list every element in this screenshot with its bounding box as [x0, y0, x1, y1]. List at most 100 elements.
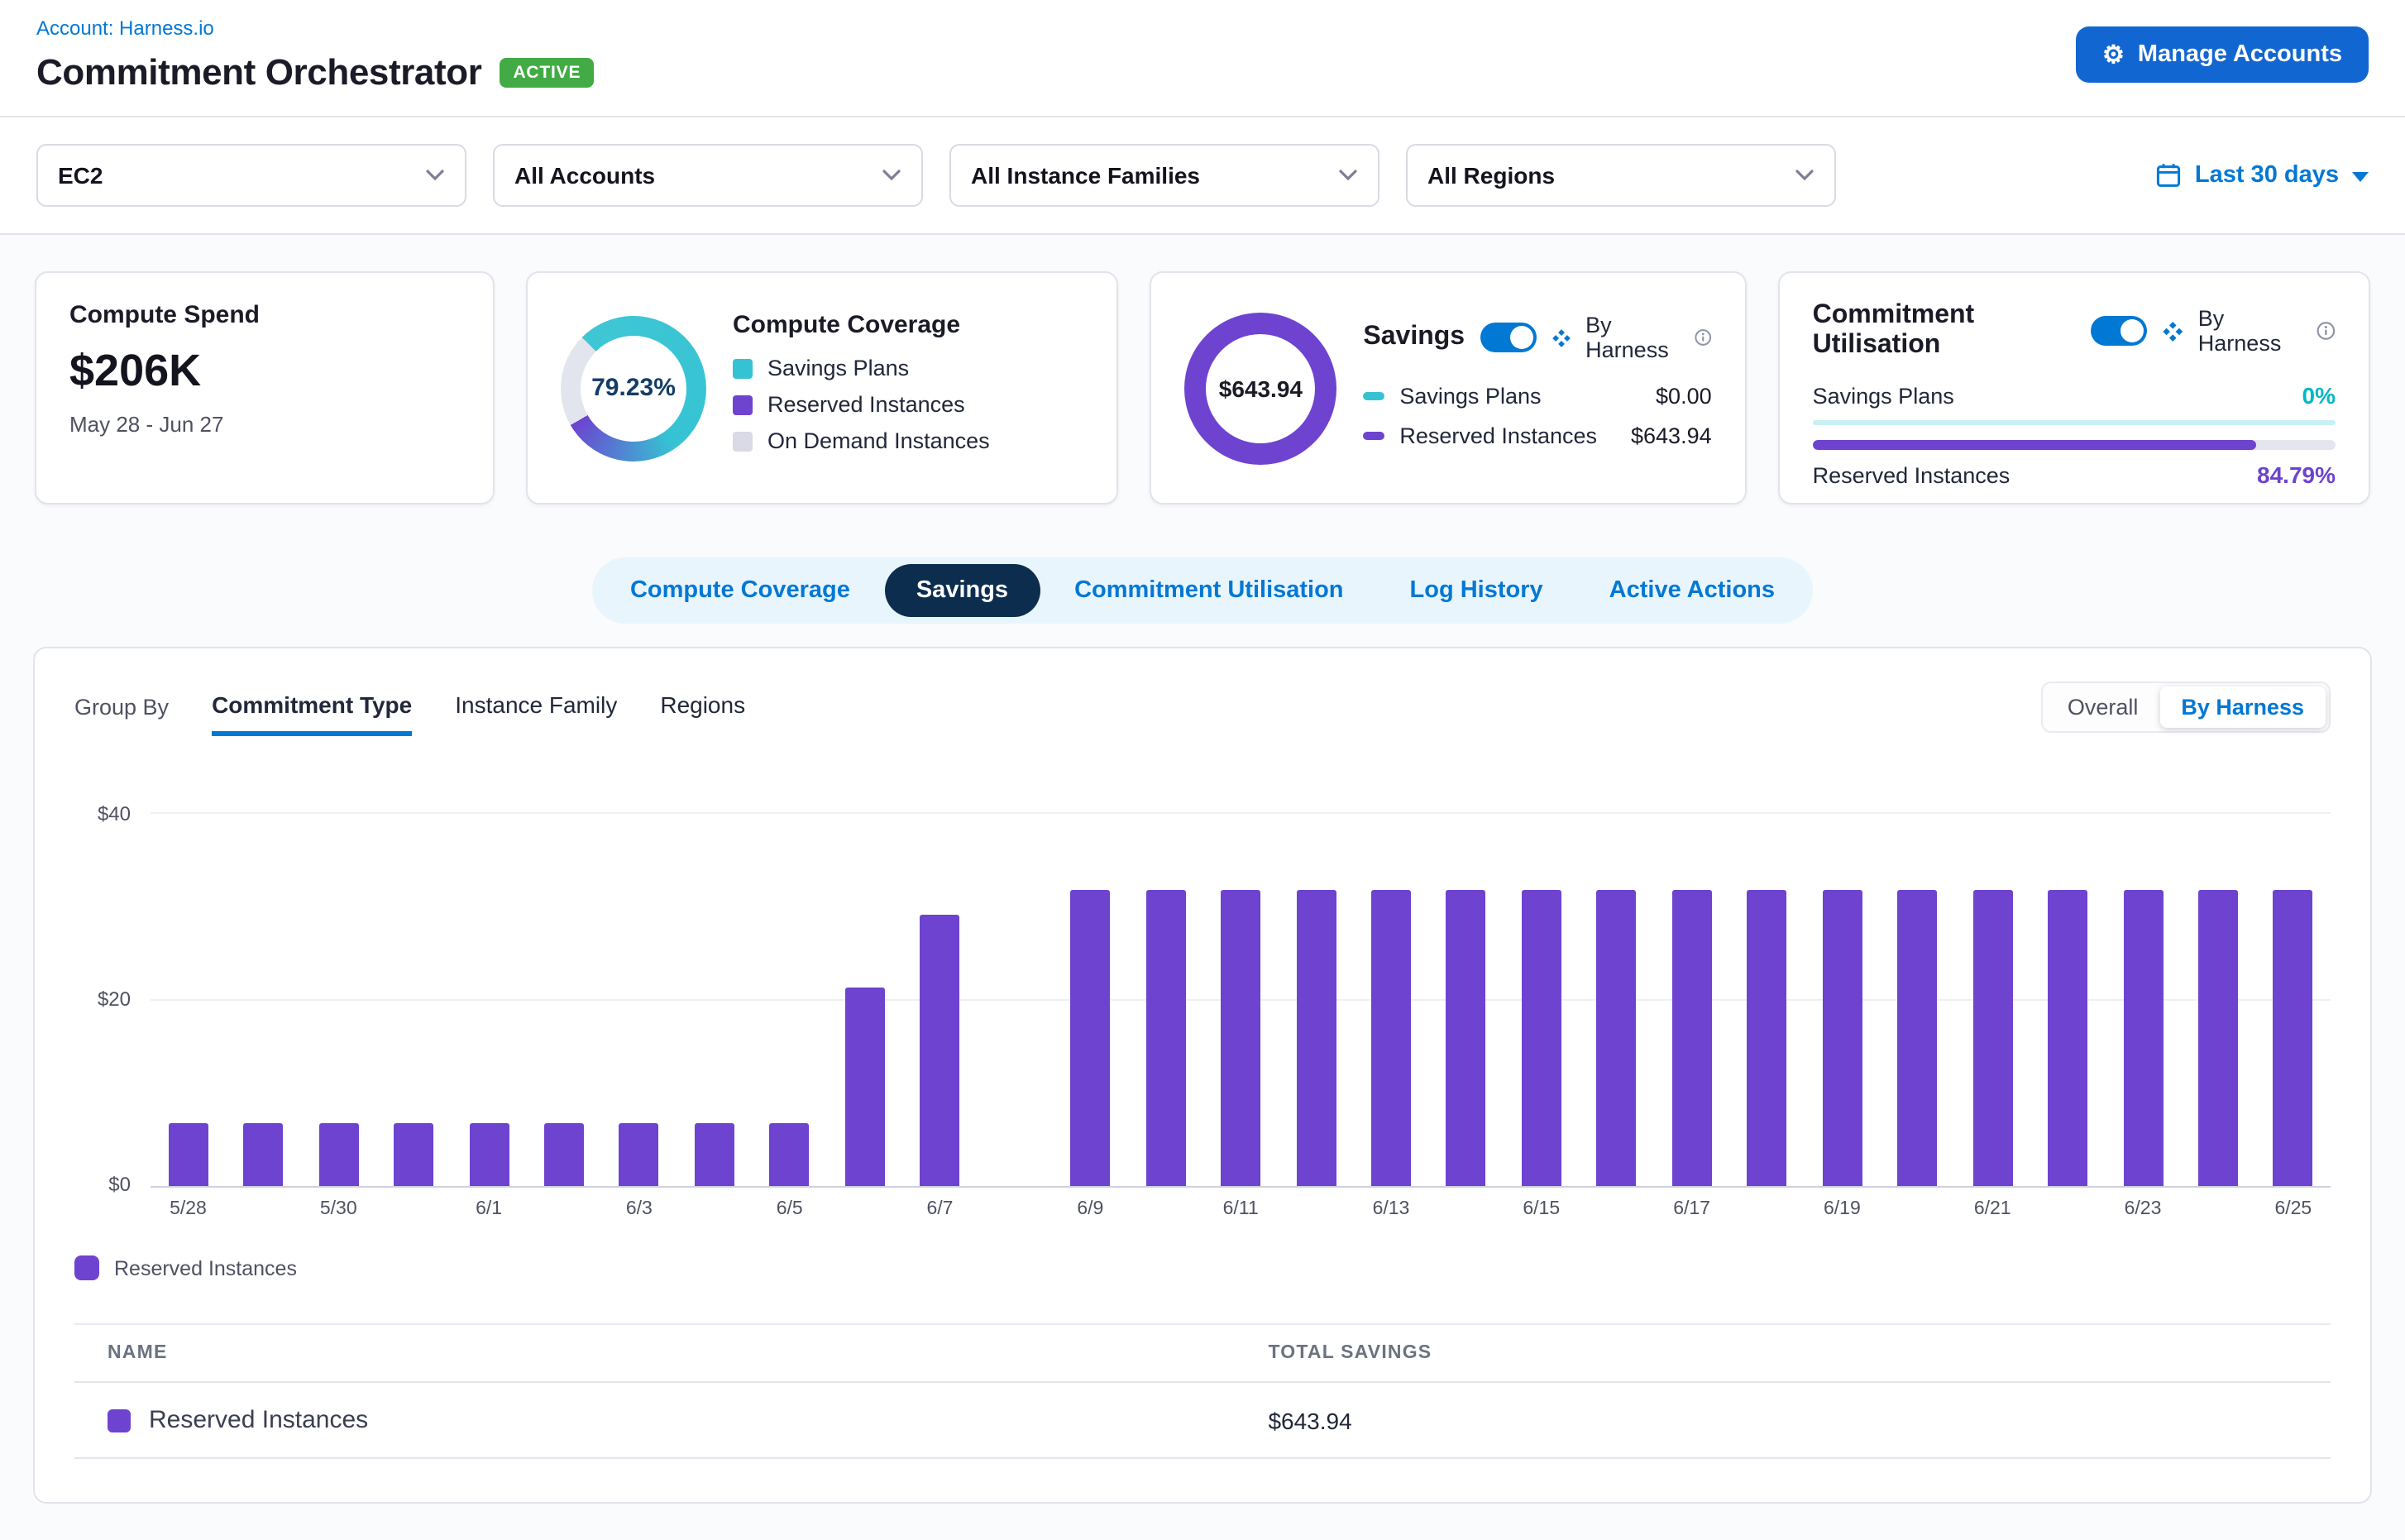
bar-6/18[interactable]	[1747, 891, 1786, 1186]
savings-total: $643.94	[1206, 333, 1315, 442]
bar-6/20[interactable]	[1897, 891, 1937, 1186]
x-axis-tick	[376, 1199, 452, 1219]
table-header-row: NAME TOTAL SAVINGS	[74, 1323, 2331, 1383]
service-filter-value: EC2	[58, 162, 103, 189]
x-axis-tick: 6/17	[1654, 1199, 1729, 1219]
chevron-down-icon	[425, 169, 445, 182]
x-axis-tick	[527, 1199, 602, 1219]
view-mode-segmented-control: Overall By Harness	[2041, 682, 2331, 733]
bar-slot	[978, 812, 1053, 1186]
x-axis-tick: 6/15	[1504, 1199, 1579, 1219]
bar-6/1[interactable]	[469, 1122, 509, 1186]
bar-6/3[interactable]	[619, 1122, 659, 1186]
bar-slot	[1354, 812, 1429, 1186]
service-filter-dropdown[interactable]: EC2	[36, 144, 466, 207]
view-mode-by-harness[interactable]: By Harness	[2159, 686, 2326, 728]
bar-6/12[interactable]	[1296, 891, 1336, 1186]
bar-5/31[interactable]	[394, 1122, 433, 1186]
group-tab-commitment-type[interactable]: Commitment Type	[212, 691, 412, 736]
account-breadcrumb[interactable]: Account: Harness.io	[36, 17, 2369, 40]
app: Account: Harness.io Commitment Orchestra…	[0, 0, 2405, 1540]
group-by-label: Group By	[74, 695, 169, 736]
bar-6/17[interactable]	[1672, 891, 1712, 1186]
info-icon[interactable]	[2315, 319, 2336, 342]
chevron-down-icon	[1795, 169, 1815, 182]
bar-slot	[452, 812, 527, 1186]
regions-filter-dropdown[interactable]: All Regions	[1406, 144, 1836, 207]
bar-6/5[interactable]	[770, 1122, 810, 1186]
compute-coverage-card: 79.23% Compute Coverage Savings Plans Re…	[526, 271, 1118, 505]
bar-6/25[interactable]	[2274, 891, 2313, 1186]
bar-6/7[interactable]	[920, 914, 960, 1186]
x-axis-tick: 6/11	[1203, 1199, 1279, 1219]
tab-log-history[interactable]: Log History	[1379, 564, 1575, 617]
view-mode-overall[interactable]: Overall	[2046, 686, 2160, 728]
bar-6/9[interactable]	[1070, 891, 1110, 1186]
savings-by-harness-toggle[interactable]	[1480, 323, 1536, 352]
tab-savings[interactable]: Savings	[885, 564, 1040, 617]
tab-active-actions[interactable]: Active Actions	[1578, 564, 1806, 617]
y-axis-tick: $20	[98, 988, 131, 1011]
legend-color-swatch	[733, 395, 753, 414]
bar-6/16[interactable]	[1597, 891, 1637, 1186]
gear-icon: ⚙	[2102, 42, 2125, 67]
x-axis-tick	[1128, 1199, 1203, 1219]
bar-5/28[interactable]	[168, 1122, 208, 1186]
bar-slot	[1128, 812, 1203, 1186]
instance-families-filter-dropdown[interactable]: All Instance Families	[949, 144, 1379, 207]
bar-slot	[2030, 812, 2106, 1186]
bar-5/30[interactable]	[318, 1122, 358, 1186]
bar-6/24[interactable]	[2198, 891, 2238, 1186]
bar-6/22[interactable]	[2048, 891, 2087, 1186]
reserved-instances-label: Reserved Instances	[1813, 462, 2011, 487]
bar-6/13[interactable]	[1371, 891, 1411, 1186]
accounts-filter-dropdown[interactable]: All Accounts	[493, 144, 923, 207]
reserved-instances-progress-fill	[1813, 440, 2256, 450]
bar-6/2[interactable]	[544, 1122, 584, 1186]
x-axis-tick	[226, 1199, 301, 1219]
tab-commitment-utilisation[interactable]: Commitment Utilisation	[1043, 564, 1375, 617]
bar-5/29[interactable]	[243, 1122, 283, 1186]
chart-legend-label: Reserved Instances	[114, 1256, 297, 1279]
group-tab-regions[interactable]: Regions	[660, 691, 745, 736]
tab-compute-coverage[interactable]: Compute Coverage	[599, 564, 882, 617]
x-axis-tick	[677, 1199, 752, 1219]
by-harness-label: By Harness	[1585, 313, 1678, 362]
bar-6/6[interactable]	[845, 987, 885, 1186]
status-badge: ACTIVE	[500, 58, 594, 88]
bar-slot	[752, 812, 827, 1186]
bar-slot	[376, 812, 452, 1186]
bar-6/15[interactable]	[1522, 891, 1561, 1186]
table-row[interactable]: Reserved Instances $643.94	[74, 1383, 2331, 1459]
savings-plans-utilisation-value: 0%	[2302, 382, 2336, 409]
compute-spend-period: May 28 - Jun 27	[69, 412, 460, 437]
x-axis-tick	[2180, 1199, 2255, 1219]
group-tab-instance-family[interactable]: Instance Family	[455, 691, 617, 736]
manage-accounts-button[interactable]: ⚙ Manage Accounts	[2076, 26, 2369, 83]
bar-6/14[interactable]	[1446, 891, 1486, 1186]
chart-legend[interactable]: Reserved Instances	[74, 1255, 2331, 1280]
savings-row: Savings Plans $0.00	[1363, 384, 1711, 409]
reserved-instances-utilisation-value: 84.79%	[2257, 462, 2336, 488]
legend-checkbox[interactable]	[74, 1255, 99, 1280]
x-axis-tick	[1279, 1199, 1354, 1219]
bar-6/11[interactable]	[1221, 891, 1260, 1186]
x-axis-tick: 6/9	[1053, 1199, 1128, 1219]
x-axis-tick	[2030, 1199, 2106, 1219]
by-harness-label: By Harness	[2198, 306, 2300, 356]
bar-6/23[interactable]	[2123, 891, 2163, 1186]
info-icon[interactable]	[1693, 326, 1711, 349]
bar-6/19[interactable]	[1822, 891, 1862, 1186]
savings-row-label: Reserved Instances	[1399, 423, 1597, 448]
compute-spend-card: Compute Spend $206K May 28 - Jun 27	[35, 271, 495, 505]
x-axis-tick: 6/5	[752, 1199, 827, 1219]
legend-item: Savings Plans	[733, 356, 1083, 380]
bar-slot	[2180, 812, 2255, 1186]
bar-6/21[interactable]	[1972, 891, 2012, 1186]
page-header: Account: Harness.io Commitment Orchestra…	[0, 0, 2405, 117]
bar-6/10[interactable]	[1145, 891, 1185, 1186]
bar-6/4[interactable]	[695, 1122, 734, 1186]
utilisation-by-harness-toggle[interactable]	[2090, 316, 2146, 346]
bar-slot	[301, 812, 376, 1186]
date-range-picker[interactable]: Last 30 days	[2155, 162, 2369, 189]
